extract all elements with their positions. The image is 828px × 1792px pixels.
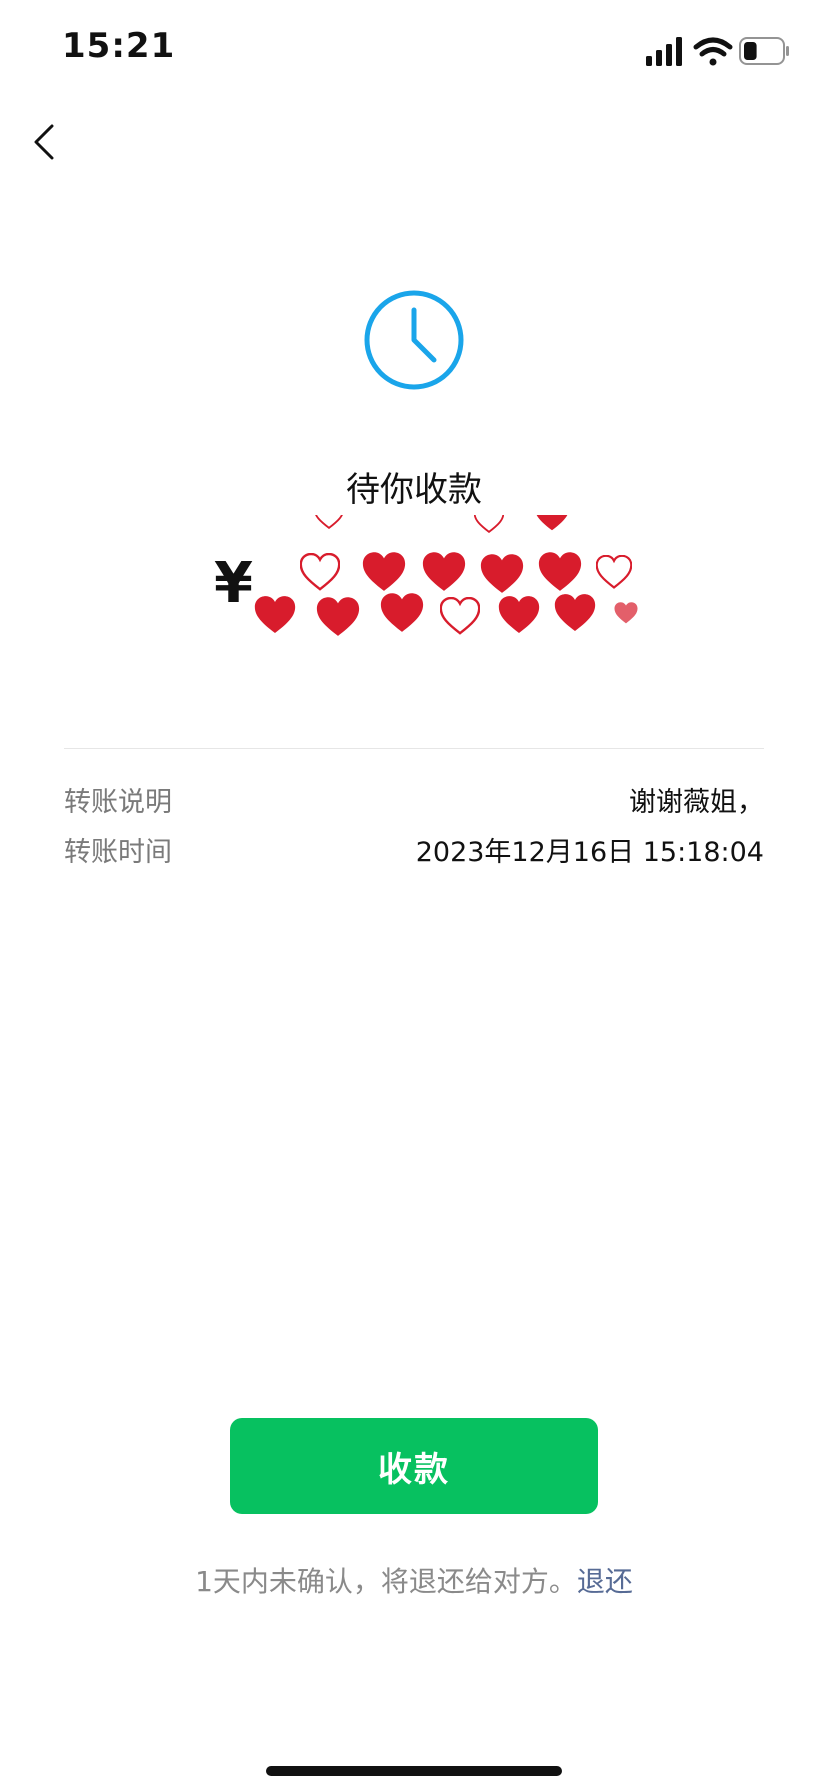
detail-row-note: 转账说明 谢谢薇姐，: [64, 780, 764, 820]
status-time: 15:21: [62, 26, 176, 66]
refund-link[interactable]: 退还: [577, 1565, 633, 1598]
back-button[interactable]: [24, 116, 68, 168]
collect-button[interactable]: 收款: [230, 1418, 598, 1514]
detail-label: 转账说明: [64, 787, 172, 818]
home-indicator: [266, 1766, 562, 1776]
detail-label: 转账时间: [64, 837, 172, 868]
page-title: 待你收款: [346, 470, 482, 510]
refund-note-text: 1天内未确认，将退还给对方。: [195, 1565, 577, 1598]
detail-row-time: 转账时间 2023年12月16日 15:18:04: [64, 830, 764, 870]
refund-note: 1天内未确认，将退还给对方。退还: [0, 1560, 828, 1600]
detail-value: 谢谢薇姐，: [629, 787, 764, 818]
divider: [64, 748, 764, 749]
wifi-icon: [693, 37, 733, 66]
amount-area: ¥: [214, 515, 674, 645]
signal-icon: [646, 37, 682, 66]
detail-value: 2023年12月16日 15:18:04: [415, 837, 764, 868]
battery-icon: [739, 37, 789, 65]
clock-icon: [364, 290, 464, 390]
hearts-sticker: [254, 515, 638, 636]
status-icons: [646, 37, 789, 66]
status-bar: 15:21: [0, 0, 828, 100]
chevron-left-icon: [34, 124, 54, 160]
